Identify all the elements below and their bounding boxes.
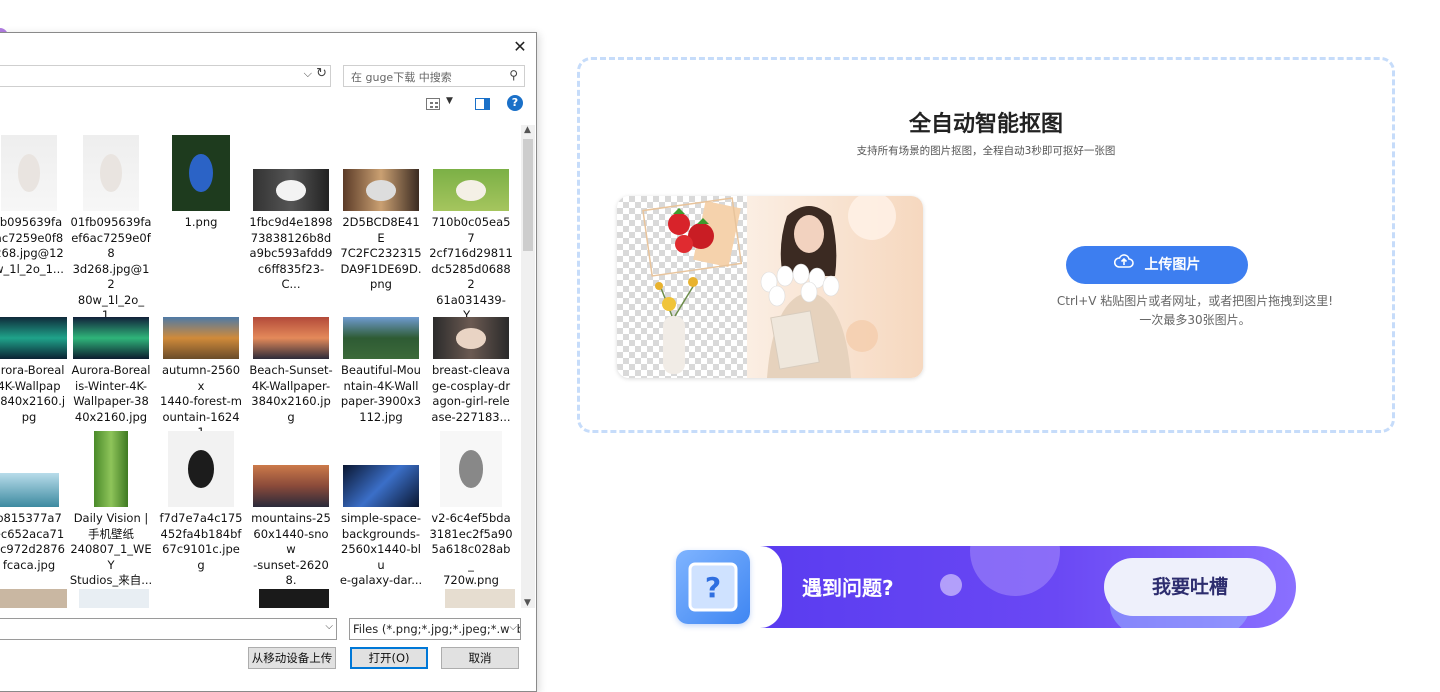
search-placeholder: 在 guge下载 中搜索 <box>351 71 452 84</box>
file-item[interactable]: breast-cleava ge-cosplay-dr agon-girl-re… <box>429 281 513 425</box>
page-title: 全自动智能抠图 <box>908 112 1063 137</box>
file-name: b815377a7 ec652aca71 ec972d2876 fcaca.jp… <box>0 511 65 572</box>
file-thumbnail-partial[interactable] <box>79 589 149 608</box>
cloud-upload-icon <box>1113 246 1134 284</box>
file-name: fb095639fa ac7259e0f8 268.jpg@12 w_1l_2o… <box>0 215 64 276</box>
file-thumbnail <box>433 317 509 359</box>
file-name: Aurora-Boreal is-Winter-4K- Wallpaper-38… <box>71 363 151 424</box>
file-thumbnail <box>253 465 329 507</box>
file-type-select[interactable]: Files (*.png;*.jpg;*.jpeg;*.web ⌵ <box>349 618 521 640</box>
question-icon: ? <box>676 550 750 624</box>
file-thumbnail <box>343 317 419 359</box>
upload-from-mobile-button[interactable]: 从移动设备上传 <box>248 647 336 669</box>
file-item[interactable]: Daily Vision | 手机壁纸 240807_1_WEY Studios… <box>69 429 153 589</box>
file-thumbnail <box>94 431 128 507</box>
upload-button-label: 上传图片 <box>1144 257 1201 273</box>
file-item[interactable]: Beautiful-Mou ntain-4K-Wall paper-3900x3… <box>339 281 423 425</box>
file-item[interactable]: 1.png <box>159 133 243 231</box>
file-thumbnail <box>343 465 419 507</box>
page-subtitle: 支持所有场景的图片抠图，全程自动3秒即可抠好一张图 <box>856 145 1116 157</box>
scrollbar-thumb[interactable] <box>523 139 533 251</box>
file-item[interactable]: simple-space- backgrounds- 2560x1440-blu… <box>339 429 423 589</box>
file-thumbnail <box>73 317 149 359</box>
preview-pane-icon[interactable] <box>475 98 490 110</box>
file-item[interactable]: Aurora-Boreal is-Winter-4K- Wallpaper-38… <box>69 281 153 425</box>
file-item[interactable]: f7d7e7a4c175 452fa4b184bf 67c9101c.jpeg <box>159 429 243 573</box>
file-item[interactable]: b815377a7 ec652aca71 ec972d2876 fcaca.jp… <box>0 429 71 573</box>
feedback-button[interactable]: 我要吐槽 <box>1104 558 1276 616</box>
file-item[interactable]: v2-6c4ef5bda 3181ec2f5a90 5a618c028ab_ 7… <box>429 429 513 589</box>
filename-field[interactable]: ⌵ <box>0 618 337 640</box>
file-thumbnail <box>440 431 502 507</box>
file-thumbnail <box>0 317 67 359</box>
chevron-down-icon[interactable]: ⌵ <box>509 622 517 633</box>
file-thumbnail <box>172 135 230 211</box>
help-icon[interactable]: ? <box>507 95 523 111</box>
cancel-button[interactable]: 取消 <box>441 647 519 669</box>
upload-dropzone[interactable]: 全自动智能抠图 支持所有场景的图片抠图，全程自动3秒即可抠好一张图 上传图片 C… <box>577 57 1395 433</box>
file-name: Beach-Sunset- 4K-Wallpaper- 3840x2160.jp… <box>249 363 333 424</box>
file-name: v2-6c4ef5bda 3181ec2f5a90 5a618c028ab_ 7… <box>429 511 513 587</box>
scroll-up-icon[interactable]: ▲ <box>524 125 531 135</box>
file-thumbnail-partial[interactable] <box>0 589 67 608</box>
close-icon[interactable]: ✕ <box>510 37 530 57</box>
refresh-icon[interactable]: ↻ <box>316 66 327 81</box>
file-thumbnail <box>253 169 329 211</box>
file-thumbnail <box>1 135 57 211</box>
file-name: 1.png <box>184 215 218 229</box>
file-name: simple-space- backgrounds- 2560x1440-blu… <box>339 511 423 587</box>
paste-hint: Ctrl+V 粘贴图片或者网址，或者把图片拖拽到这里! <box>1056 294 1334 308</box>
upload-image-button[interactable]: 上传图片 <box>1066 246 1248 284</box>
feedback-banner: ? 遇到问题? 我要吐槽 <box>676 546 1296 628</box>
file-item[interactable]: 2D5BCD8E41E 7C2FC232315 DA9F1DE69D. png <box>339 133 423 293</box>
search-icon[interactable]: ⚲ <box>509 68 518 82</box>
file-thumbnail-partial[interactable] <box>259 589 329 608</box>
open-button[interactable]: 打开(O) <box>350 647 428 669</box>
limit-hint: 一次最多30张图片。 <box>1139 313 1251 327</box>
file-thumbnail-partial[interactable] <box>445 589 515 608</box>
change-view-icon[interactable] <box>426 98 440 110</box>
search-input[interactable]: 在 guge下载 中搜索 ⚲ <box>343 65 525 87</box>
file-name: Beautiful-Mou ntain-4K-Wall paper-3900x3… <box>340 363 422 424</box>
svg-text:?: ? <box>705 571 721 604</box>
file-name: urora-Boreal 4K-Wallpap 3840x2160.j pg <box>0 363 66 424</box>
file-thumbnail <box>433 169 509 211</box>
file-type-label: Files (*.png;*.jpg;*.jpeg;*.web <box>353 622 521 636</box>
file-open-dialog: ✕ ⌵ ↻ 在 guge下载 中搜索 ⚲ ▼ ? fb095639fa ac72… <box>0 32 537 692</box>
address-bar[interactable]: ⌵ ↻ <box>0 65 331 87</box>
file-thumbnail <box>163 317 239 359</box>
view-dropdown-icon[interactable]: ▼ <box>446 96 453 106</box>
file-item[interactable]: mountains-25 60x1440-snow -sunset-26208.… <box>249 429 333 604</box>
file-name: f7d7e7a4c175 452fa4b184bf 67c9101c.jpeg <box>159 511 243 572</box>
file-item[interactable]: fb095639fa ac7259e0f8 268.jpg@12 w_1l_2o… <box>0 133 71 277</box>
file-name: Daily Vision | 手机壁纸 240807_1_WEY Studios… <box>69 511 153 587</box>
file-thumbnail <box>0 473 59 507</box>
file-thumbnail <box>83 135 139 211</box>
file-item[interactable]: urora-Boreal 4K-Wallpap 3840x2160.j pg <box>0 281 71 425</box>
vertical-scrollbar[interactable]: ▲ ▼ <box>521 125 535 608</box>
file-item[interactable]: Beach-Sunset- 4K-Wallpaper- 3840x2160.jp… <box>249 281 333 425</box>
chevron-down-icon[interactable]: ⌵ <box>304 67 312 81</box>
file-thumbnail <box>253 317 329 359</box>
file-thumbnail <box>343 169 419 211</box>
feedback-question: 遇到问题? <box>802 576 894 600</box>
file-item[interactable]: 1fbc9d4e1898 73838126b8d a9bc593afdd9 c6… <box>249 133 333 293</box>
chevron-down-icon[interactable]: ⌵ <box>325 621 333 632</box>
file-thumbnail <box>168 431 234 507</box>
file-grid: fb095639fa ac7259e0f8 268.jpg@12 w_1l_2o… <box>0 125 521 608</box>
scroll-down-icon[interactable]: ▼ <box>524 598 531 608</box>
sample-cutout-image <box>617 196 923 378</box>
file-name: breast-cleava ge-cosplay-dr agon-girl-re… <box>431 363 511 424</box>
